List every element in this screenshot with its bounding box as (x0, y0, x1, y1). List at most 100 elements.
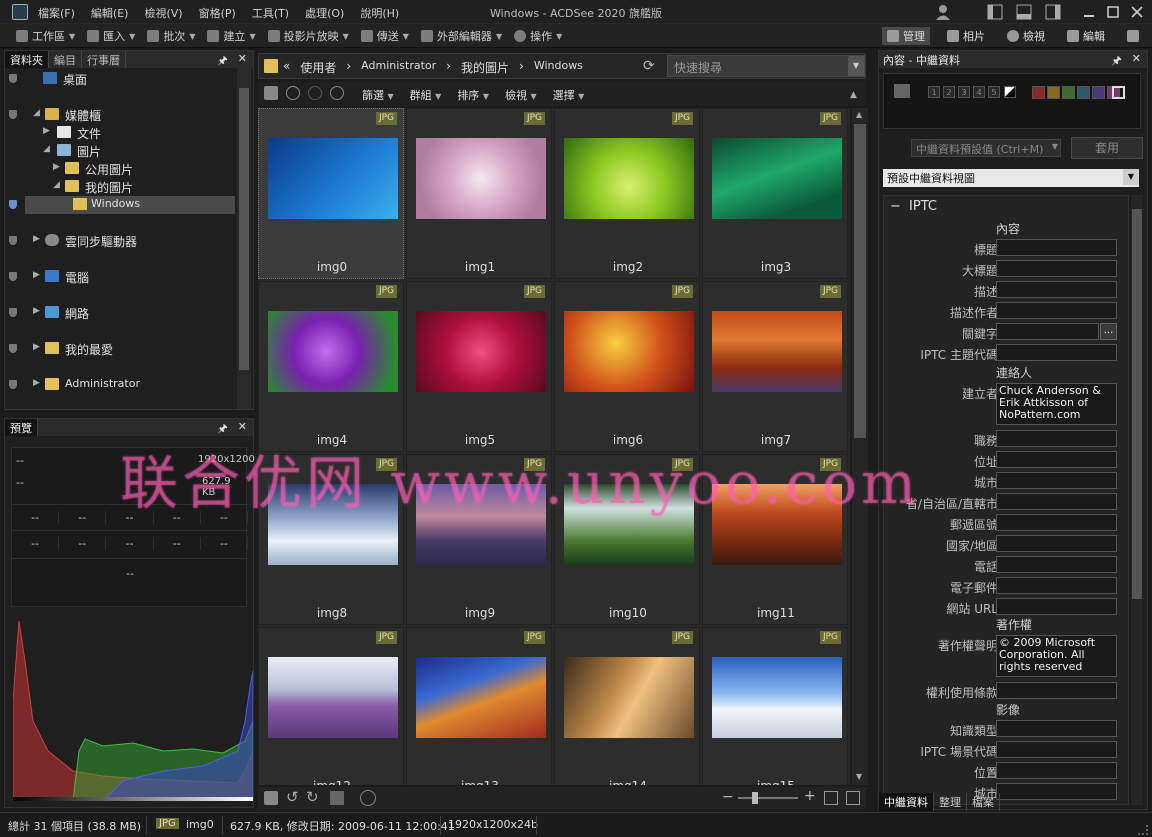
thumbnail-item[interactable]: JPG img7 (702, 281, 848, 452)
tree-item-library[interactable]: ◢ 媒體櫃 (5, 106, 237, 124)
keyword-picker-button[interactable]: ... (1100, 323, 1117, 340)
menu-edit[interactable]: 編輯(E) (91, 5, 129, 21)
tree-item-desktop[interactable]: 桌面 (5, 70, 237, 88)
collapse-up-icon[interactable]: ▲ (850, 90, 857, 100)
iptc-field-input[interactable]: Chuck Anderson & Erik Attkisson of NoPat… (996, 383, 1117, 425)
clear-rating-icon[interactable] (1004, 86, 1016, 98)
iptc-header[interactable]: − IPTC (890, 199, 937, 214)
view-menu[interactable]: 檢視 ▼ (505, 87, 537, 103)
thumbnail-item[interactable]: JPG img3 (702, 108, 848, 279)
collapse-icon[interactable]: − (890, 199, 901, 214)
mode-view[interactable]: 檢視 (1002, 27, 1050, 45)
collapse-arrow-icon[interactable]: ▶ (33, 234, 40, 244)
group-menu[interactable]: 群組 ▼ (410, 87, 442, 103)
color-label-swatch[interactable] (1047, 86, 1060, 99)
breadcrumb-users[interactable]: 使用者 (300, 59, 336, 76)
folder-scroll-thumb[interactable] (239, 88, 249, 370)
batch-button[interactable]: 批次 ▼ (147, 28, 195, 44)
iptc-field-input[interactable] (996, 323, 1099, 340)
tab-metadata[interactable]: 中繼資料 (879, 793, 934, 811)
thumbnail-image[interactable] (416, 311, 546, 392)
tree-item-my-pictures[interactable]: ◢ 我的圖片 (5, 178, 237, 196)
iptc-field-input[interactable] (996, 472, 1117, 489)
import-button[interactable]: 匯入 ▼ (87, 28, 135, 44)
thumbnail-image[interactable] (416, 138, 546, 219)
grid-scroll-thumb[interactable] (854, 124, 866, 438)
thumbnail-item[interactable]: JPG img14 (554, 627, 700, 785)
thumbnail-image[interactable] (268, 311, 398, 392)
collapse-arrow-icon[interactable]: ▶ (53, 162, 60, 172)
menu-pane[interactable]: 窗格(P) (199, 5, 236, 21)
thumbnail-item[interactable]: JPG img2 (554, 108, 700, 279)
mode-photos[interactable]: 相片 (942, 27, 990, 45)
zoom-slider-thumb[interactable] (752, 792, 758, 804)
expand-arrow-icon[interactable]: ◢ (43, 144, 50, 154)
tree-pin-windows[interactable] (5, 196, 23, 214)
close-panel-icon[interactable]: ✕ (1132, 52, 1141, 71)
mode-edit[interactable]: 編輯 (1062, 27, 1110, 45)
zoom-out-icon[interactable]: − (722, 789, 734, 805)
iptc-field-input[interactable] (996, 762, 1117, 779)
scroll-down-icon[interactable]: ▼ (856, 772, 862, 781)
iptc-field-input[interactable] (996, 239, 1117, 256)
tab-preview[interactable]: 預覽 (5, 419, 38, 436)
tag-checkbox[interactable] (894, 84, 910, 98)
zoom-slider[interactable] (738, 792, 798, 804)
filter-menu[interactable]: 篩選 ▼ (362, 87, 394, 103)
image-well-icon[interactable] (264, 791, 278, 805)
tab-file[interactable]: 檔案 (967, 793, 1000, 811)
tree-item-cloud-drive[interactable]: ▶ 雲同步驅動器 (5, 232, 237, 250)
menu-file[interactable]: 檔案(F) (38, 5, 75, 21)
collapse-arrow-icon[interactable]: ▶ (33, 270, 40, 280)
rotate-left-icon[interactable]: ↺ (286, 788, 299, 806)
color-label-swatch[interactable] (1092, 86, 1105, 99)
tree-item-public-pictures[interactable]: ▶ 公用圖片 (5, 160, 237, 178)
play-slideshow-icon[interactable] (360, 790, 376, 806)
forward-icon[interactable] (308, 86, 322, 100)
home-icon[interactable] (264, 86, 278, 100)
app-icon[interactable] (12, 4, 28, 20)
thumbnail-image[interactable] (712, 657, 842, 738)
maximize-icon[interactable] (1104, 3, 1122, 21)
breadcrumb-overflow[interactable]: « (283, 59, 290, 76)
pin-icon[interactable] (9, 236, 17, 245)
tab-catalog[interactable]: 編目 (49, 51, 82, 68)
thumbnail-item[interactable]: JPG img5 (406, 281, 552, 452)
tab-organize[interactable]: 整理 (934, 793, 967, 811)
pin-icon[interactable] (9, 110, 17, 119)
collapse-arrow-icon[interactable]: ▶ (43, 126, 50, 136)
iptc-field-input[interactable] (996, 430, 1117, 447)
external-editor-button[interactable]: 外部編輯器 ▼ (420, 28, 502, 44)
stop-icon[interactable] (330, 791, 344, 805)
color-label-swatch[interactable] (1077, 86, 1090, 99)
thumbnail-image[interactable] (268, 657, 398, 738)
iptc-field-input[interactable] (996, 556, 1117, 573)
search-dropdown-icon[interactable]: ▼ (848, 56, 864, 76)
iptc-scroll-thumb[interactable] (1132, 209, 1142, 599)
iptc-field-input[interactable] (996, 451, 1117, 468)
pin-icon[interactable] (9, 380, 17, 389)
thumbnail-item[interactable]: JPG img1 (406, 108, 552, 279)
menu-help[interactable]: 說明(H) (360, 5, 399, 21)
iptc-field-input[interactable] (996, 344, 1117, 361)
pin-icon[interactable]: 🖈 (1112, 52, 1122, 71)
send-button[interactable]: 傳送 ▼ (360, 28, 409, 44)
expand-arrow-icon[interactable]: ◢ (53, 180, 60, 190)
iptc-field-input[interactable]: © 2009 Microsoft Corporation. All rights… (996, 635, 1117, 677)
breadcrumb-windows[interactable]: Windows (534, 59, 583, 76)
breadcrumb-administrator[interactable]: Administrator (361, 59, 436, 76)
thumbnail-image[interactable] (712, 138, 842, 219)
tree-item-computer[interactable]: ▶ 電腦 (5, 268, 237, 286)
pin-icon[interactable] (9, 272, 17, 281)
iptc-field-input[interactable] (996, 514, 1117, 531)
back-icon[interactable] (286, 86, 300, 100)
menu-process[interactable]: 處理(O) (305, 5, 344, 21)
thumbnail-image[interactable] (564, 138, 694, 219)
clear-color-label[interactable] (1112, 86, 1125, 99)
tree-item-windows[interactable]: Windows (25, 196, 235, 214)
rotate-right-icon[interactable]: ↻ (306, 788, 319, 806)
histogram-mode-button[interactable] (1122, 27, 1144, 45)
iptc-field-input[interactable] (996, 682, 1117, 699)
thumbnail-item[interactable]: JPG img15 (702, 627, 848, 785)
collapse-arrow-icon[interactable]: ▶ (33, 342, 40, 352)
